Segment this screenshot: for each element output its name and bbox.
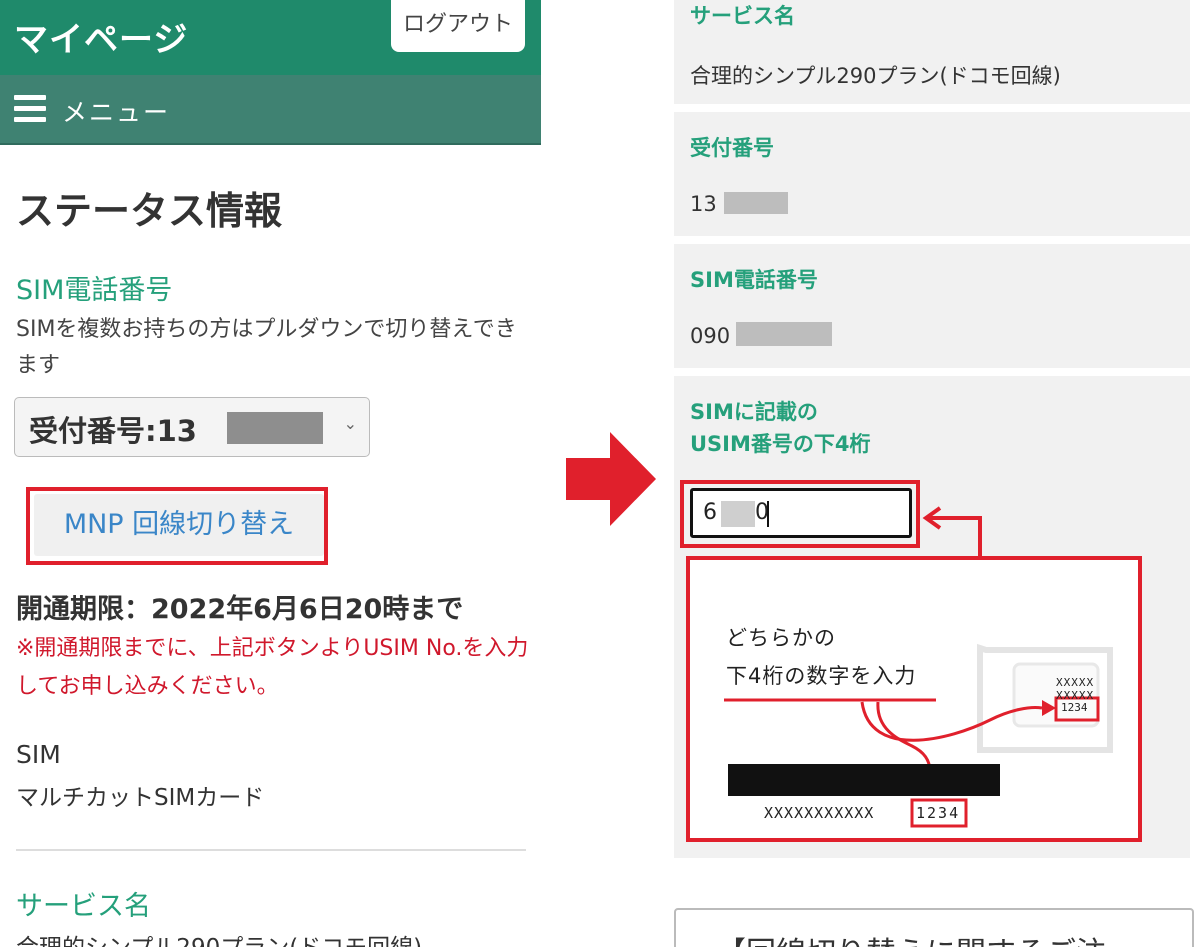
activation-deadline: 開通期限：2022年6月6日20時まで [16,594,464,625]
sim-number-heading: SIM電話番号 [16,275,173,306]
menu-bar[interactable]: メニュー [0,75,541,145]
sim-number-card: SIM電話番号 090 [674,244,1190,368]
switch-notice-title: 【回線切り替えに関するご注 [716,928,1106,947]
sim-label: SIM [16,740,61,769]
sim-number-value: 090 [690,324,731,348]
sim-number-label: SIM電話番号 [690,268,818,292]
service-name-card: サービス名 合理的シンプル290プラン(ドコモ回線) [674,0,1190,104]
service-name-value: 合理的シンプル290プラン(ドコモ回線) [690,64,1061,88]
right-arrow-icon [566,432,656,526]
mypage-status-panel: マイページ ログアウト メニュー ステータス情報 SIM電話番号 SIMを複数お… [0,0,541,947]
receipt-number-label: 受付番号 [690,136,774,160]
usim-label-line2: USIM番号の下4桁 [690,432,871,456]
usim-entry-panel: サービス名 合理的シンプル290プラン(ドコモ回線) 受付番号 13 SIM電話… [664,0,1200,947]
header-bar: マイページ ログアウト [0,0,541,75]
page-title: ステータス情報 [16,189,283,233]
logout-button[interactable]: ログアウト [391,0,525,52]
deadline-warning: ※開通期限までに、上記ボタンよりUSIM No.を入力してお申し込みください。 [16,636,529,699]
divider [16,849,526,851]
redaction-mask [227,412,323,444]
service-name-heading: サービス名 [16,891,151,922]
menu-label[interactable]: メニュー [62,93,170,129]
receipt-number-select[interactable]: 受付番号:13 ⌄ [14,397,370,457]
receipt-number-card: 受付番号 13 [674,112,1190,236]
hamburger-icon[interactable] [14,95,46,123]
receipt-number-value: 13 [690,192,717,216]
usim-label-line1: SIMに記載の [690,400,818,424]
chevron-down-icon: ⌄ [343,414,357,433]
service-name-label: サービス名 [690,4,795,28]
card-code-digits: 1234 [916,804,961,822]
redaction-mask [736,322,832,346]
chip-code-line1: XXXXX [1056,676,1095,689]
service-name-value: 合理的シンプル290プラン(ドコモ回線) [16,928,422,947]
connector-arrow-icon [922,506,982,556]
select-value: 受付番号:13 [29,414,197,448]
header-title: マイページ [14,20,189,60]
switch-notice-card: 【回線切り替えに関するご注 [674,908,1194,947]
redaction-mask [724,192,788,214]
card-code-prefix: XXXXXXXXXXX [764,804,875,822]
chip-code-digits: 1234 [1061,701,1088,714]
mnp-switch-button[interactable]: MNP 回線切り替え [34,494,324,556]
sim-switch-note: SIMを複数お持ちの方はプルダウンで切り替えできます [16,317,517,378]
sim-value: マルチカットSIMカード [16,785,265,811]
